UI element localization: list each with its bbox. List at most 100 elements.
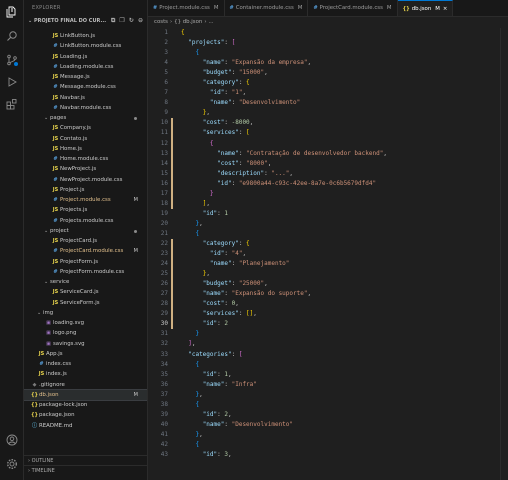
close-icon[interactable]: × xyxy=(443,6,448,12)
file-item[interactable]: # Project.module.css M xyxy=(24,195,147,205)
breadcrumb-item[interactable]: {} db.json xyxy=(174,19,202,25)
file-item[interactable]: JS ProjectCard.js xyxy=(24,236,147,246)
code-line[interactable]: 31 } xyxy=(148,329,508,339)
file-item[interactable]: JS ServiceCard.js xyxy=(24,287,147,297)
run-debug-icon[interactable] xyxy=(6,76,18,88)
code-line[interactable]: 30 "id": 2 xyxy=(148,319,508,330)
code-line[interactable]: 39 "id": 2, xyxy=(148,410,508,420)
file-item[interactable]: ◆ .gitignore xyxy=(24,380,147,390)
code-line[interactable]: 34 { xyxy=(148,360,508,370)
code-line[interactable]: 29 "services": [], xyxy=(148,309,508,320)
code-line[interactable]: 42 { xyxy=(148,440,508,450)
code-line[interactable]: 35 "id": 1, xyxy=(148,370,508,380)
file-item[interactable]: JS Home.js xyxy=(24,144,147,154)
file-item[interactable]: # Message.module.css xyxy=(24,82,147,92)
file-item[interactable]: JS index.js xyxy=(24,369,147,379)
code-line[interactable]: 2 "projects": [ xyxy=(148,38,508,48)
extensions-icon[interactable] xyxy=(6,98,18,110)
code-line[interactable]: 18 ], xyxy=(148,198,508,209)
code-line[interactable]: 22 "category": { xyxy=(148,238,508,250)
folder-item[interactable]: ⌄ img xyxy=(24,308,147,318)
settings-icon[interactable] xyxy=(6,458,18,470)
code-line[interactable]: 1{ xyxy=(148,28,508,38)
file-item[interactable]: JS Message.js xyxy=(24,72,147,82)
tab-projectcard-module-css[interactable]: # ProjectCard.module.css M xyxy=(308,0,398,16)
code-line[interactable]: 32 ], xyxy=(148,339,508,349)
file-item[interactable]: JS Navbar.js xyxy=(24,93,147,103)
code-line[interactable]: 27 "name": "Expansão do suporte", xyxy=(148,289,508,300)
code-line[interactable]: 14 "cost": "8000", xyxy=(148,158,508,169)
outline-section[interactable]: › OUTLINE xyxy=(24,455,147,465)
code-line[interactable]: 11 "services": [ xyxy=(148,128,508,139)
code-line[interactable]: 26 "budget": "25000", xyxy=(148,279,508,290)
explorer-toolbar[interactable]: ⧉ ❐ ↻ ⊖ xyxy=(111,16,144,26)
file-item[interactable]: # NewProject.module.css xyxy=(24,175,147,185)
folder-item[interactable]: ⌄ project xyxy=(24,226,147,236)
folder-item[interactable]: ⌄ service xyxy=(24,277,147,287)
breadcrumb-item[interactable]: costs xyxy=(154,19,168,25)
file-item[interactable]: # ProjectForm.module.css xyxy=(24,267,147,277)
file-item[interactable]: # Home.module.css xyxy=(24,154,147,164)
file-item[interactable]: ▣ logo.png xyxy=(24,328,147,338)
code-line[interactable]: 38 { xyxy=(148,400,508,410)
file-item[interactable]: {}package-lock.json xyxy=(24,400,147,410)
tab-container-module-css[interactable]: # Container.module.css M xyxy=(225,0,309,16)
code-line[interactable]: 20 }, xyxy=(148,219,508,229)
code-line[interactable]: 36 "name": "Infra" xyxy=(148,380,508,390)
file-item[interactable]: JS LinkButton.js xyxy=(24,31,147,41)
code-line[interactable]: 5 "budget": "15000", xyxy=(148,68,508,78)
code-line[interactable]: 3 { xyxy=(148,48,508,58)
code-line[interactable]: 9 }, xyxy=(148,108,508,118)
file-item[interactable]: JS Loading.js xyxy=(24,52,147,62)
file-item[interactable]: JS Contato.js xyxy=(24,134,147,144)
file-item[interactable]: # index.css xyxy=(24,359,147,369)
file-item[interactable]: # Loading.module.css xyxy=(24,62,147,72)
file-item[interactable]: JS Company.js xyxy=(24,123,147,133)
code-line[interactable]: 17 } xyxy=(148,188,508,199)
source-control-icon[interactable] xyxy=(6,54,18,66)
code-line[interactable]: 25 }, xyxy=(148,269,508,280)
code-line[interactable]: 40 "name": "Desenvolvimento" xyxy=(148,420,508,430)
file-item[interactable]: # ProjectCard.module.css M xyxy=(24,246,147,256)
code-line[interactable]: 7 "id": "1", xyxy=(148,88,508,98)
folder-item[interactable]: ⌄ pages xyxy=(24,113,147,123)
code-line[interactable]: 15 "description": "...", xyxy=(148,168,508,179)
code-line[interactable]: 10 "cost": -8000, xyxy=(148,118,508,129)
tab-project-module-css[interactable]: # Project.module.css M xyxy=(148,0,225,16)
file-item[interactable]: JS App.js xyxy=(24,349,147,359)
search-icon[interactable] xyxy=(6,30,18,42)
timeline-section[interactable]: › TIMELINE xyxy=(24,465,147,475)
file-item[interactable]: ▣ loading.svg xyxy=(24,318,147,328)
files-icon[interactable] xyxy=(6,6,18,18)
code-line[interactable]: 28 "cost": 0, xyxy=(148,299,508,310)
file-item[interactable]: JS NewProject.js xyxy=(24,164,147,174)
code-line[interactable]: 21 { xyxy=(148,229,508,239)
scrollbar[interactable] xyxy=(500,28,508,480)
file-item[interactable]: # Navbar.module.css xyxy=(24,103,147,113)
file-item[interactable]: ⓘ README.md xyxy=(24,421,147,431)
project-folder-header[interactable]: ⌄ PROJETO FINAL DO CUR... ⧉ ❐ ↻ ⊖ xyxy=(24,16,147,26)
code-line[interactable]: 33 "categories": [ xyxy=(148,350,508,360)
file-item[interactable]: # LinkButton.module.css xyxy=(24,41,147,51)
code-line[interactable]: 12 { xyxy=(148,138,508,149)
code-line[interactable]: 8 "name": "Desenvolvimento" xyxy=(148,98,508,108)
code-line[interactable]: 23 "id": "4", xyxy=(148,249,508,260)
file-item[interactable]: ▣ savings.svg xyxy=(24,339,147,349)
code-line[interactable]: 41 }, xyxy=(148,430,508,440)
code-line[interactable]: 4 "name": "Expansão da empresa", xyxy=(148,58,508,68)
tab-db-json[interactable]: {} db.json M × xyxy=(397,0,454,16)
code-editor[interactable]: 1{2 "projects": [3 {4 "name": "Expansão … xyxy=(148,28,508,480)
code-line[interactable]: 37 }, xyxy=(148,390,508,400)
account-icon[interactable] xyxy=(6,434,18,446)
code-line[interactable]: 13 "name": "Contratação de desenvolvedor… xyxy=(148,148,508,159)
code-line[interactable]: 6 "category": { xyxy=(148,78,508,88)
file-item[interactable]: {}package.json xyxy=(24,410,147,420)
file-item[interactable]: {}db.json M xyxy=(24,388,147,402)
file-item[interactable]: JS ServiceForm.js xyxy=(24,298,147,308)
file-item[interactable]: JS ProjectForm.js xyxy=(24,257,147,267)
file-item[interactable]: JS Project.js xyxy=(24,185,147,195)
code-line[interactable]: 24 "name": "Planejamento" xyxy=(148,259,508,270)
code-line[interactable]: 16 "id": "e9800a44-c93c-42ee-8a7e-0c6b56… xyxy=(148,178,508,189)
breadcrumb-item[interactable]: ... xyxy=(208,19,213,25)
file-item[interactable]: JS Projects.js xyxy=(24,205,147,215)
